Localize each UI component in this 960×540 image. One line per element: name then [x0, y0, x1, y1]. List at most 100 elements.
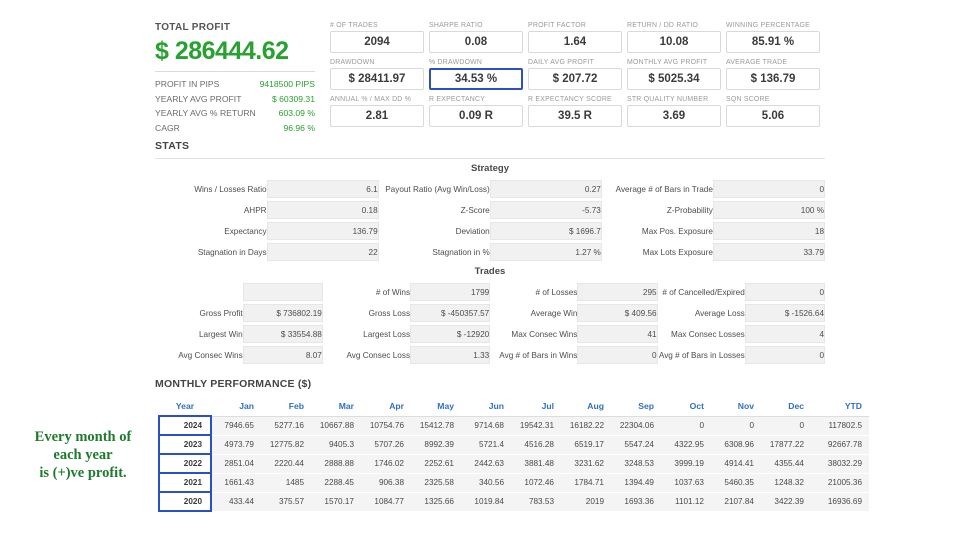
stats-divider: [155, 158, 825, 159]
stat-label: Max Pos. Exposure: [641, 226, 713, 236]
monthly-table-row: 2022 2851.04 2220.44 2888.88 1746.02 2252.61 2…: [158, 453, 869, 474]
metric-card-label: ANNUAL % / MAX DD %: [330, 96, 412, 103]
metric-card[interactable]: R EXPECTANCY SCORE 39.5 R: [528, 96, 622, 127]
stat-value: 33.79: [712, 243, 826, 261]
metric-card-label: STR QUALITY NUMBER: [627, 96, 709, 103]
annotation-line-1: Every month of: [34, 429, 132, 445]
total-profit-divider: [155, 71, 315, 72]
stat-label: Average Loss: [694, 308, 745, 318]
monthly-value-cell: 1394.49: [611, 473, 661, 493]
stat-value: 0: [577, 346, 658, 364]
metric-card-value: $ 207.72: [528, 68, 622, 90]
monthly-value-cell: 117802.5: [811, 416, 869, 436]
summary-row-value: 9418500 PIPS: [259, 79, 315, 89]
monthly-value-cell: 1693.36: [611, 492, 661, 512]
strategy-section: Strategy Wins / Losses Ratio 6.1 Payout Ra…: [155, 163, 826, 265]
metric-card-label: % DRAWDOWN: [429, 59, 483, 66]
monthly-value-cell: 19542.31: [511, 416, 561, 436]
metric-card-value: 2094: [330, 31, 424, 53]
monthly-value-cell: 4355.44: [761, 454, 811, 474]
stat-value: -5.73: [489, 201, 602, 219]
metric-card[interactable]: # OF TRADES 2094: [330, 22, 424, 53]
monthly-value-cell: 1084.77: [361, 492, 411, 512]
monthly-value-cell: 0: [761, 416, 811, 436]
stat-label: Deviation: [455, 226, 490, 236]
stat-label: # of Wins: [375, 287, 411, 297]
summary-row-label: PROFIT IN PIPS: [155, 79, 220, 89]
monthly-table-row: 2020 433.44 375.57 1570.17 1084.77 1325.66 101…: [158, 491, 869, 512]
monthly-value-cell: 0: [711, 416, 761, 436]
stat-value: 41: [577, 325, 658, 343]
metric-card[interactable]: AVERAGE TRADE $ 136.79: [726, 59, 820, 90]
monthly-value-cell: 1485: [261, 473, 311, 493]
monthly-value-cell: 375.57: [261, 492, 311, 512]
stat-row: Avg Consec Wins 8.07 Avg Consec Loss 1.33 Av…: [155, 346, 826, 364]
monthly-value-cell: 9714.68: [461, 416, 511, 436]
monthly-value-cell: 9405.3: [311, 435, 361, 455]
metric-card[interactable]: RETURN / DD RATIO 10.08: [627, 22, 721, 53]
stat-label: Max Consec Wins: [511, 329, 578, 339]
monthly-value-cell: 2851.04: [211, 454, 261, 474]
monthly-value-cell: 10754.76: [361, 416, 411, 436]
metric-card-label: R EXPECTANCY SCORE: [528, 96, 612, 103]
stat-label: Avg # of Bars in Wins: [499, 350, 578, 360]
metric-card[interactable]: SQN SCORE 5.06: [726, 96, 820, 127]
metric-card-value: 85.91 %: [726, 31, 820, 53]
summary-row: PROFIT IN PIPS 9418500 PIPS: [155, 77, 315, 92]
total-profit-block: TOTAL PROFIT $ 286444.62 PROFIT IN PIPS 9…: [155, 22, 315, 135]
metric-card[interactable]: SHARPE RATIO 0.08: [429, 22, 523, 53]
metric-card-value: $ 28411.97: [330, 68, 424, 90]
monthly-value-cell: 5460.35: [711, 473, 761, 493]
monthly-year-cell: 2021: [158, 472, 212, 493]
monthly-column-header: Jul: [511, 398, 561, 417]
row-spacer: [155, 261, 825, 265]
metric-card-value: 0.09 R: [429, 105, 523, 127]
stat-value: 18: [712, 222, 826, 240]
stat-label: Expectancy: [224, 226, 267, 236]
metric-card[interactable]: MONTHLY AVG PROFIT $ 5025.34: [627, 59, 721, 90]
stat-row: Expectancy 136.79 Deviation $ 1696.7 Max Pos…: [155, 222, 826, 240]
metric-card[interactable]: STR QUALITY NUMBER 3.69: [627, 96, 721, 127]
monthly-column-header: Dec: [761, 398, 811, 417]
monthly-value-cell: 4516.28: [511, 435, 561, 455]
metric-card[interactable]: PROFIT FACTOR 1.64: [528, 22, 622, 53]
monthly-value-cell: 2888.88: [311, 454, 361, 474]
metric-card-value: 3.69: [627, 105, 721, 127]
monthly-value-cell: 906.38: [361, 473, 411, 493]
monthly-value-cell: 17877.22: [761, 435, 811, 455]
stat-value: $ -12920: [410, 325, 491, 343]
monthly-value-cell: 1746.02: [361, 454, 411, 474]
monthly-value-cell: 5721.4: [461, 435, 511, 455]
metric-card[interactable]: ANNUAL % / MAX DD % 2.81: [330, 96, 424, 127]
monthly-value-cell: 783.53: [511, 492, 561, 512]
stat-label: AHPR: [243, 205, 267, 215]
monthly-column-header: Oct: [661, 398, 711, 417]
stat-row: Gross Profit $ 736802.19 Gross Loss $ -4503…: [155, 304, 826, 322]
metric-card[interactable]: DRAWDOWN $ 28411.97: [330, 59, 424, 90]
metric-card[interactable]: DAILY AVG PROFIT $ 207.72: [528, 59, 622, 90]
metric-card[interactable]: WINNING PERCENTAGE 85.91 %: [726, 22, 820, 53]
summary-row: YEARLY AVG PROFIT $ 60309.31: [155, 92, 315, 107]
monthly-value-cell: 2220.44: [261, 454, 311, 474]
metric-card[interactable]: % DRAWDOWN 34.53 %: [429, 59, 523, 90]
stat-value: $ 409.56: [577, 304, 658, 322]
monthly-value-cell: 3422.39: [761, 492, 811, 512]
monthly-value-cell: 1570.17: [311, 492, 361, 512]
metric-card-value: $ 5025.34: [627, 68, 721, 90]
stat-label: Avg Consec Wins: [178, 350, 243, 360]
stat-value: 1.33: [410, 346, 491, 364]
stat-value: 295: [577, 283, 658, 301]
stat-value: 100 %: [712, 201, 826, 219]
stat-label: # of Losses: [535, 287, 578, 297]
monthly-value-cell: 2107.84: [711, 492, 761, 512]
stat-label: Wins / Losses Ratio: [194, 184, 267, 194]
monthly-value-cell: 16936.69: [811, 492, 869, 512]
monthly-value-cell: 4322.95: [661, 435, 711, 455]
metric-card-value: 5.06: [726, 105, 820, 127]
monthly-value-cell: 2325.58: [411, 473, 461, 493]
monthly-value-cell: 5547.24: [611, 435, 661, 455]
row-spacer: [155, 364, 825, 368]
metric-card[interactable]: R EXPECTANCY 0.09 R: [429, 96, 523, 127]
stat-label: Payout Ratio (Avg Win/Loss): [385, 184, 490, 194]
monthly-value-cell: 3231.62: [561, 454, 611, 474]
